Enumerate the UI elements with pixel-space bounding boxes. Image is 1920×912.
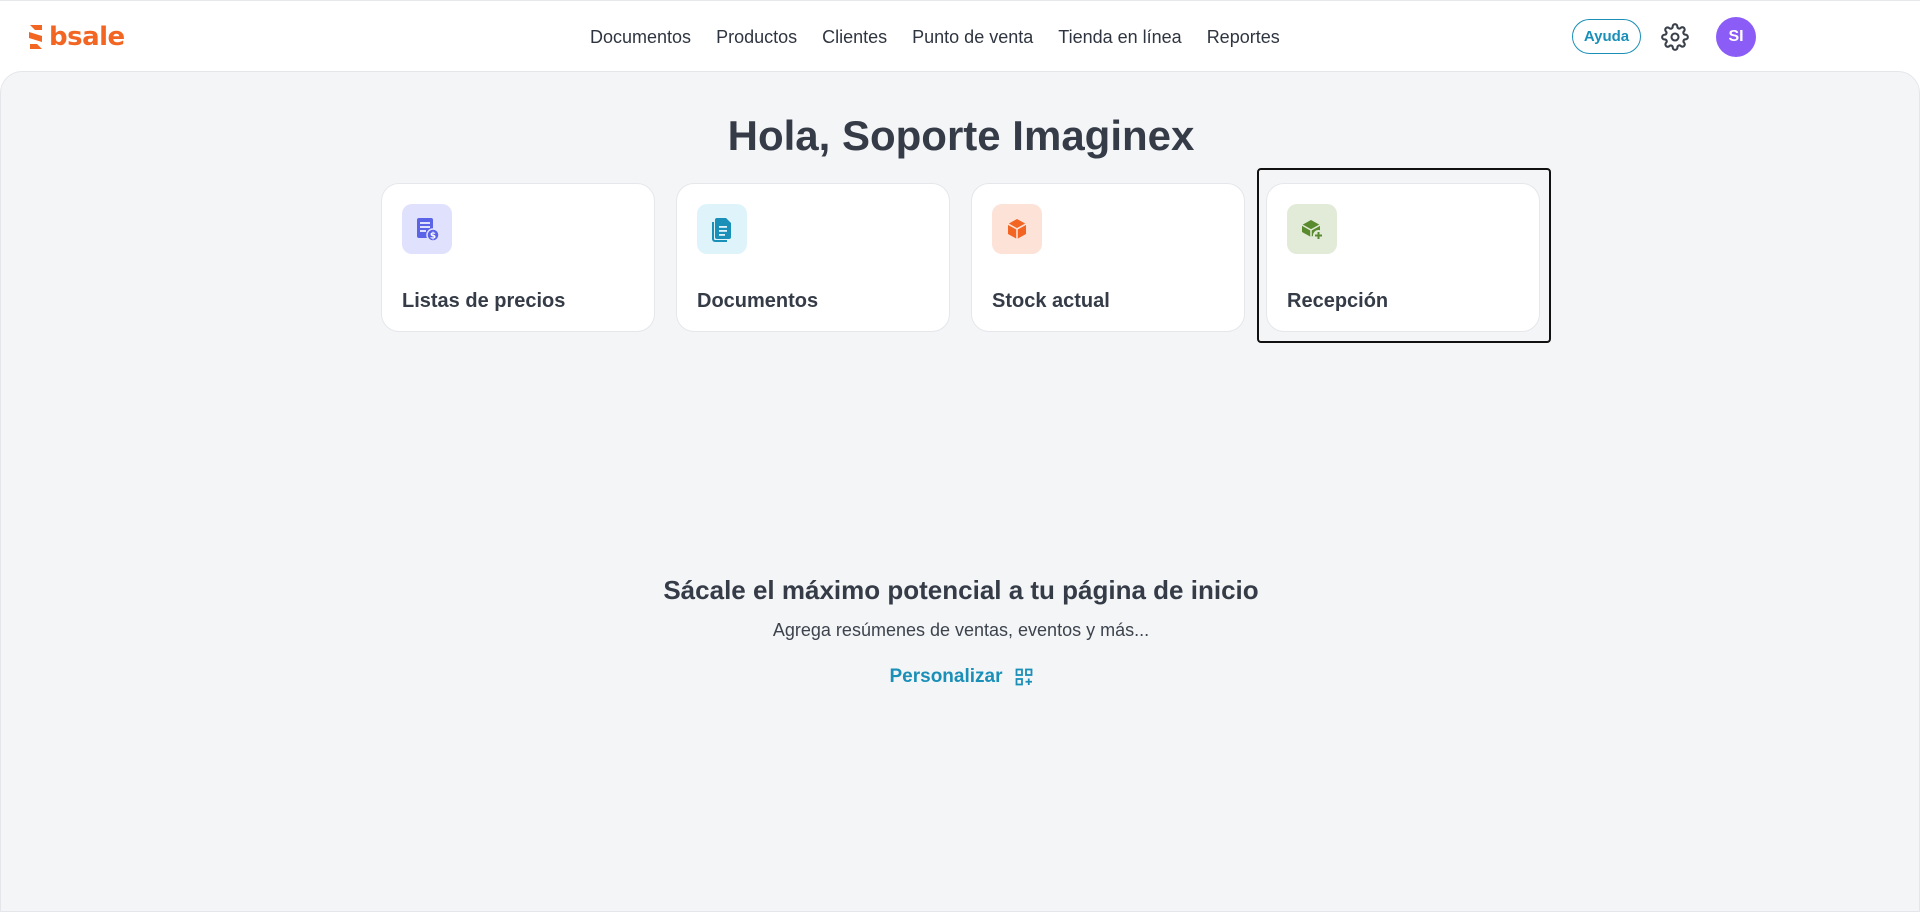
main-content: Hola, Soporte Imaginex $ Listas de preci… xyxy=(0,71,1920,912)
shortcut-card-listas-de-precios[interactable]: $ Listas de precios xyxy=(381,183,655,332)
promo-subtitle: Agrega resúmenes de ventas, eventos y má… xyxy=(772,620,1150,640)
gear-icon[interactable] xyxy=(1661,23,1689,51)
promo-title: Sácale el máximo potencial a tu página d… xyxy=(663,575,1259,605)
nav-item-punto-de-venta[interactable]: Punto de venta xyxy=(900,27,1046,48)
box-add-icon xyxy=(1301,220,1324,241)
card-label: Listas de precios xyxy=(402,290,566,312)
card-icon-container xyxy=(697,204,747,254)
grid-add-icon xyxy=(1015,668,1032,686)
page-greeting: Hola, Soporte Imaginex xyxy=(727,112,1195,159)
main-nav: Documentos Productos Clientes Punto de v… xyxy=(590,1,1292,73)
card-icon-container xyxy=(992,204,1042,254)
shortcut-card-recepcion[interactable]: Recepción xyxy=(1266,183,1540,332)
personalize-row: Personalizar xyxy=(1,666,1920,688)
nav-item-clientes[interactable]: Clientes xyxy=(810,27,900,48)
box-icon xyxy=(1007,219,1027,239)
bsale-logo-icon xyxy=(29,25,42,49)
nav-item-reportes[interactable]: Reportes xyxy=(1194,27,1292,48)
card-label: Documentos xyxy=(697,290,819,312)
shortcut-card-documentos[interactable]: Documentos xyxy=(676,183,950,332)
shortcut-card-stock-actual[interactable]: Stock actual xyxy=(971,183,1245,332)
card-icon-container: $ xyxy=(402,204,452,254)
personalize-link[interactable]: Personalizar xyxy=(890,666,1033,688)
brand-logo[interactable]: bsale xyxy=(26,21,125,53)
top-navigation-bar: bsale Documentos Productos Clientes Punt… xyxy=(0,0,1920,72)
user-avatar[interactable]: SI xyxy=(1716,17,1756,57)
card-icon-container xyxy=(1287,204,1337,254)
document-icon xyxy=(712,218,731,242)
help-button[interactable]: Ayuda xyxy=(1572,19,1641,54)
price-list-icon: $ xyxy=(417,218,440,242)
svg-text:$: $ xyxy=(430,232,436,242)
personalize-label: Personalizar xyxy=(889,666,1003,687)
card-label: Recepción xyxy=(1287,290,1389,312)
nav-item-documentos[interactable]: Documentos xyxy=(590,27,704,48)
brand-name: bsale xyxy=(49,22,125,52)
nav-item-tienda-en-linea[interactable]: Tienda en línea xyxy=(1046,27,1194,48)
card-label: Stock actual xyxy=(992,290,1110,312)
nav-item-productos[interactable]: Productos xyxy=(704,27,810,48)
